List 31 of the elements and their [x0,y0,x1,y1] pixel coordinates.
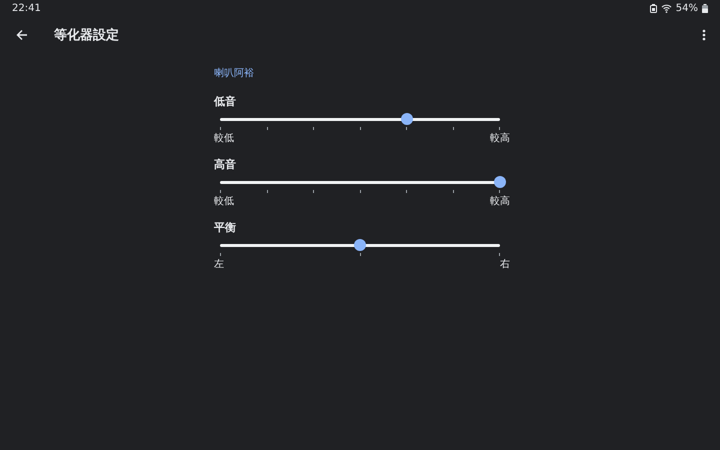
more-options-icon[interactable] [702,29,706,41]
slider-min-label: 左 [214,258,224,271]
battery-percent: 54% [676,2,698,14]
slider-min-label: 較低 [214,132,234,145]
page-title: 等化器設定 [54,26,120,44]
tick-mark [313,127,314,130]
slider-thumb[interactable] [400,113,413,125]
slider-label: 平衡 [214,220,236,235]
slider-thumb[interactable] [494,176,506,188]
slider-label: 低音 [214,94,236,109]
tick-mark [499,127,500,130]
slider-thumb[interactable] [354,239,366,251]
slider-max-label: 較高 [490,132,510,145]
tick-mark [406,127,407,130]
status-time: 22:41 [12,2,41,14]
battery-lock-icon [650,4,657,12]
battery-icon [702,4,708,12]
slider-label: 高音 [214,157,236,172]
tick-mark [220,190,221,193]
slider-max-label: 右 [500,258,510,271]
slider-max-label: 較高 [490,194,510,208]
slider-min-label: 較低 [214,195,234,208]
tick-mark [220,127,221,130]
tick-mark [406,190,407,193]
section-heading: 喇叭阿裕 [214,66,255,80]
back-arrow-icon[interactable] [16,29,28,41]
wifi-icon [660,4,672,12]
tick-mark [313,190,314,193]
tick-mark [220,253,221,256]
tick-mark [499,190,500,193]
tick-mark [499,253,500,256]
